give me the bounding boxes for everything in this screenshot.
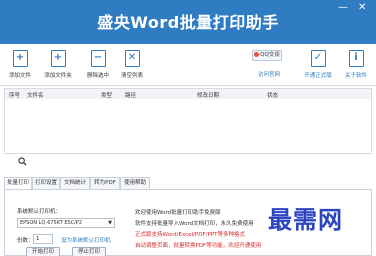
column-type[interactable]: 类型 [101, 91, 112, 99]
printer-select[interactable]: EPSON LQ-675KT ESC/P2 ▼ [17, 218, 115, 228]
info-line-2: 软件支持批量导入Word文档打印，永久免费使用 [135, 221, 254, 227]
column-filename[interactable]: 文件名 [27, 91, 44, 99]
column-index[interactable]: 序号 [9, 91, 20, 99]
add-folder-icon: + [50, 50, 66, 67]
app-title: 盛央Word批量打印助手 [97, 13, 279, 32]
zoom-icon[interactable] [18, 157, 27, 168]
copies-input[interactable]: 1 [33, 234, 53, 244]
activate-pro-button[interactable]: ✓ 开通正式版 [298, 50, 338, 79]
visit-site-link[interactable]: 访问官网 [258, 70, 280, 78]
qq-chat-label: QQ交谈 [260, 52, 280, 58]
add-file-label: 添加文件 [8, 73, 31, 79]
column-modified[interactable]: 修改日期 [197, 91, 219, 99]
add-file-icon: + [12, 50, 28, 67]
qq-chat-button[interactable]: QQ交谈 [252, 50, 282, 61]
watermark-logo: 最需网 [268, 205, 343, 234]
start-print-button[interactable]: 开始打印 [26, 247, 60, 256]
about-button[interactable]: i 关于软件 [336, 50, 376, 79]
add-file-button[interactable]: + 添加文件 [0, 50, 40, 79]
printer-label: 系统默认打印机： [17, 209, 62, 215]
qq-icon [254, 52, 260, 57]
delete-icon: − [90, 50, 106, 67]
title-bar: 盛央Word批量打印助手 — ✕ [0, 0, 376, 44]
toolbar: + 添加文件 + 添加文件夹 − 删除选中 ✕ 清空列表 QQ交谈 访问官网 ✓… [0, 44, 376, 86]
activate-pro-label: 开通正式版 [304, 73, 332, 79]
stop-print-button[interactable]: 停止打印 [72, 247, 106, 256]
info-line-3: 正式版支持Word/Excel/PDF/PPT等多种格式 [135, 232, 245, 238]
about-label: 关于软件 [344, 73, 367, 79]
clear-list-button[interactable]: ✕ 清空列表 [112, 50, 152, 79]
minimize-button[interactable]: — [338, 3, 348, 13]
info-line-1: 欢迎使用Word批量打印助手免费版 [135, 210, 221, 216]
add-folder-label: 添加文件夹 [44, 73, 72, 79]
close-button[interactable]: ✕ [358, 3, 366, 13]
copies-label: 份数： [17, 238, 34, 244]
printer-value: EPSON LQ-675KT ESC/P2 [20, 220, 83, 226]
clear-list-label: 清空列表 [120, 73, 143, 79]
info-line-4: 自动调整页面，批量转换PDF等功能，欢迎开通使用 [135, 243, 262, 249]
chevron-down-icon: ▼ [108, 220, 112, 226]
set-default-printer-link[interactable]: 设为系统默认打印机 [61, 236, 111, 244]
column-path[interactable]: 路径 [125, 91, 136, 99]
clear-icon: ✕ [124, 50, 140, 67]
activate-icon: ✓ [310, 50, 326, 67]
file-table-body[interactable] [4, 99, 372, 154]
add-folder-button[interactable]: + 添加文件夹 [38, 50, 78, 79]
about-icon: i [348, 50, 364, 67]
column-status[interactable]: 状态 [267, 91, 278, 99]
